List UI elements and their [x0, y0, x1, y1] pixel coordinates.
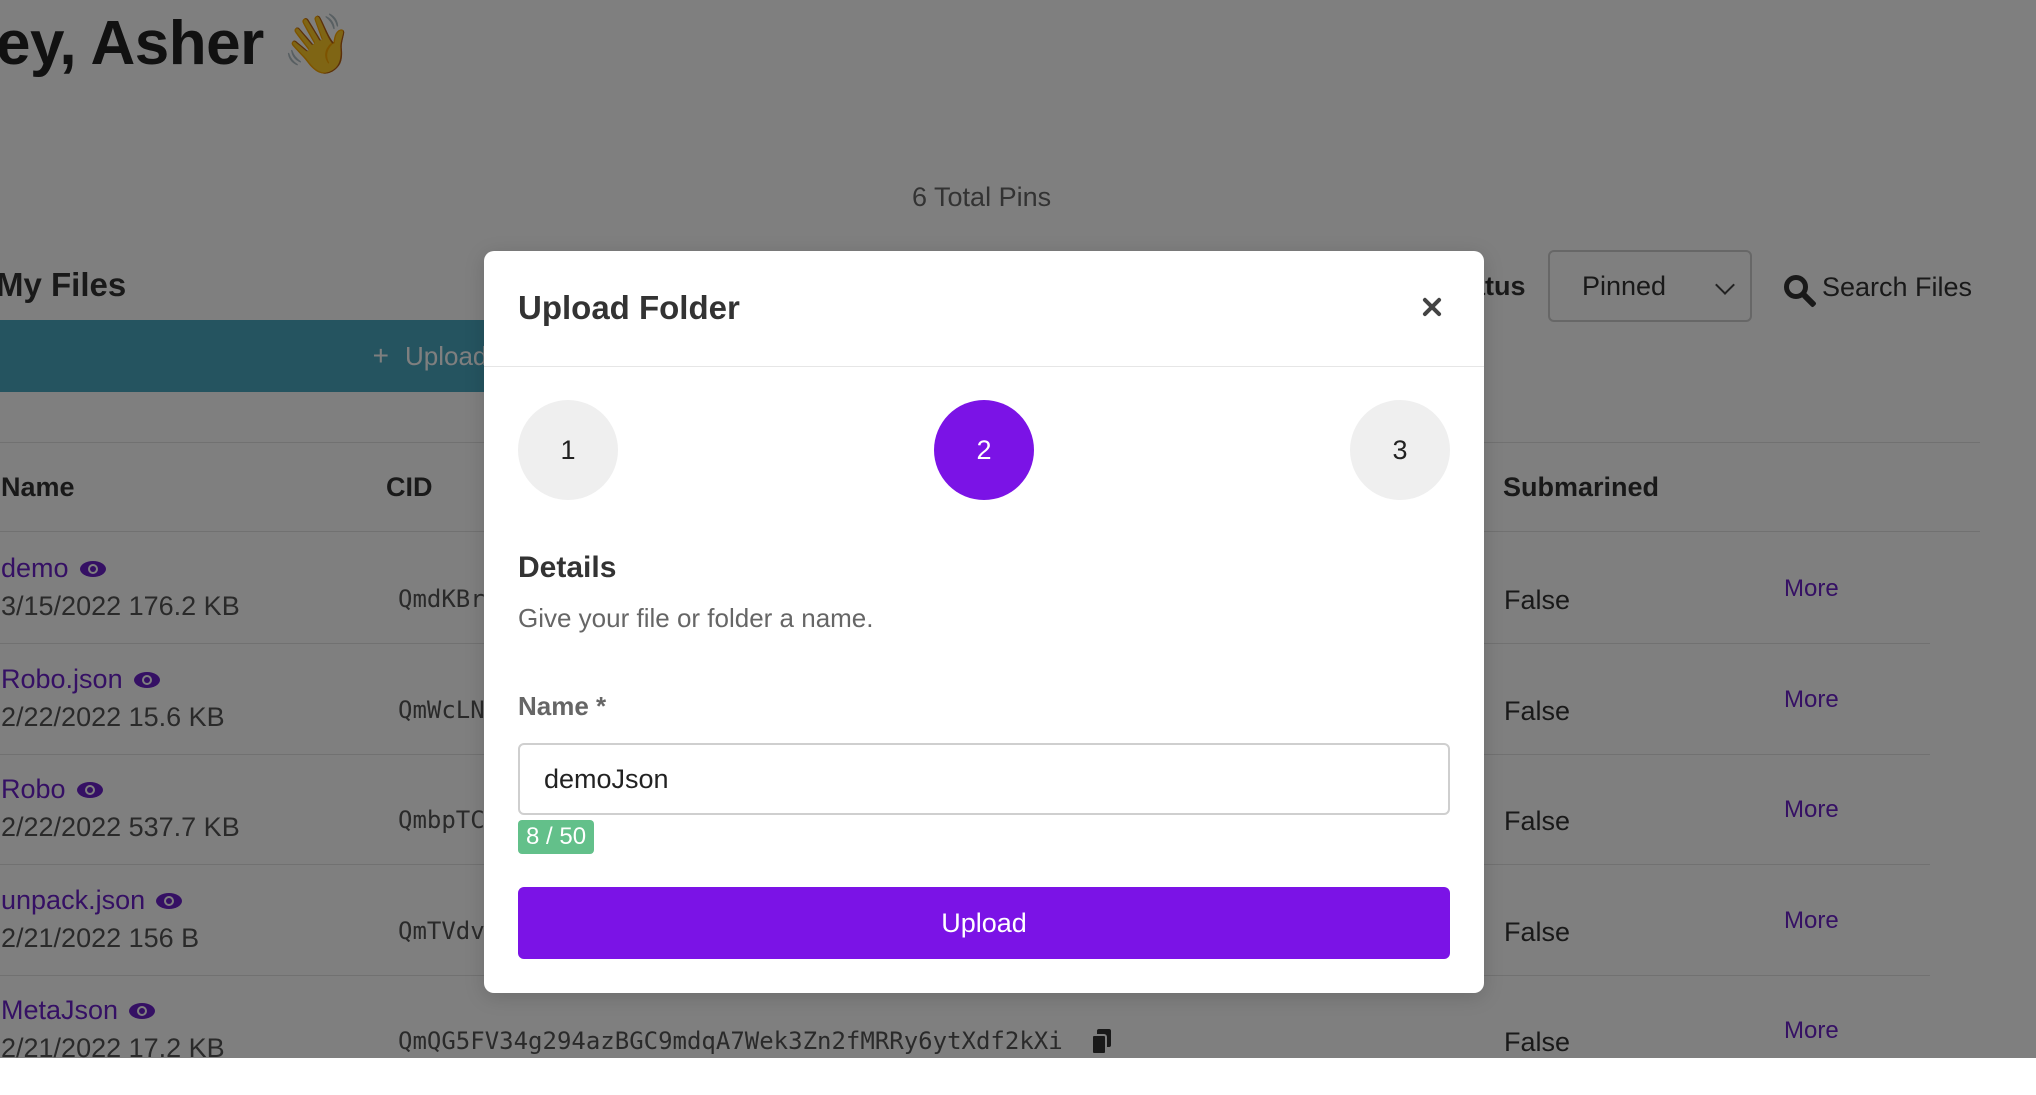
- upload-folder-modal: Upload Folder 1 2 3 Details Give your fi…: [484, 251, 1484, 993]
- upload-submit-button[interactable]: Upload: [518, 887, 1450, 959]
- modal-title: Upload Folder: [518, 289, 740, 326]
- step-2-indicator: 2: [934, 400, 1034, 500]
- details-description: Give your file or folder a name.: [518, 603, 874, 633]
- details-heading: Details: [518, 551, 617, 584]
- name-input[interactable]: [518, 743, 1450, 815]
- step-3-indicator: 3: [1350, 400, 1450, 500]
- name-field-label: Name *: [518, 691, 607, 721]
- close-icon[interactable]: [1414, 289, 1450, 325]
- step-1-indicator: 1: [518, 400, 618, 500]
- char-count-badge: 8 / 50: [518, 820, 595, 854]
- modal-header: Upload Folder: [484, 251, 1484, 367]
